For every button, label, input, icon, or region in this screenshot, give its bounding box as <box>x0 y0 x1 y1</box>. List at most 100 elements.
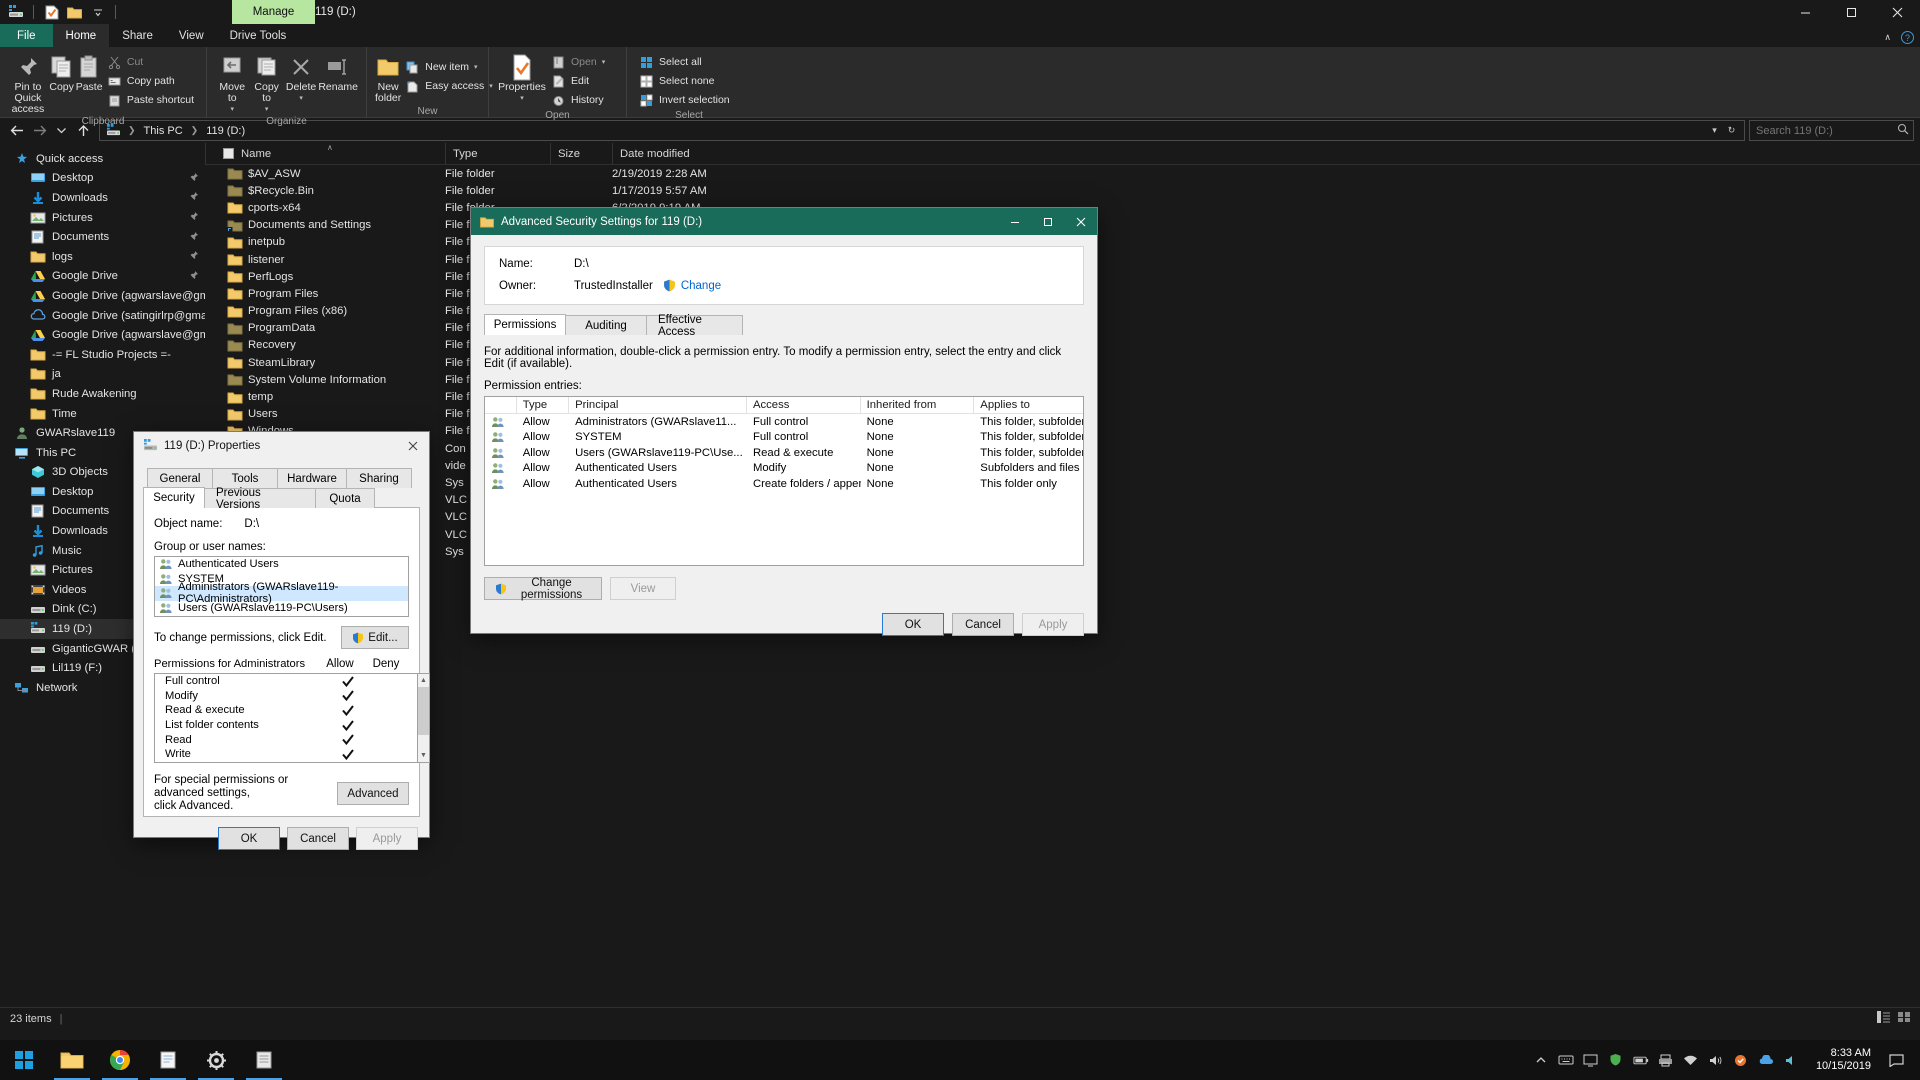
tab-tools[interactable]: Tools <box>212 468 278 488</box>
permissions-scrollbar[interactable]: ▲ ▼ <box>418 673 430 763</box>
permission-entry-row[interactable]: Allow Users (GWARslave119-PC\Use... Read &… <box>485 445 1083 461</box>
lv-col-access[interactable]: Access <box>747 397 861 413</box>
group-user-item[interactable]: Administrators (GWARslave119-PC\Administ… <box>155 581 408 605</box>
close-icon[interactable] <box>1064 208 1097 235</box>
copy-button[interactable]: Copy <box>48 50 76 93</box>
nav-item-ja[interactable]: ja <box>0 365 205 385</box>
search-input[interactable] <box>1754 123 1894 138</box>
nav-item-downloads[interactable]: Downloads <box>0 188 205 208</box>
clock[interactable]: 8:33 AM 10/15/2019 <box>1808 1047 1879 1073</box>
asd-ok-button[interactable]: OK <box>882 613 944 636</box>
tab-general[interactable]: General <box>147 468 213 488</box>
pin-icon[interactable] <box>189 270 199 283</box>
cut-button[interactable]: Cut <box>103 53 198 71</box>
folder-icon[interactable] <box>66 4 83 21</box>
address-dropdown-icon[interactable]: ▾ <box>1706 120 1723 141</box>
help-icon[interactable]: ? <box>1901 31 1914 44</box>
tab-view[interactable]: View <box>166 24 217 47</box>
onedrive-tray-icon[interactable] <box>1758 1052 1774 1068</box>
tab-share[interactable]: Share <box>109 24 166 47</box>
chevron-down-icon[interactable]: ▾ <box>265 104 269 115</box>
nav-item-rude-awakening[interactable]: Rude Awakening <box>0 384 205 404</box>
easy-access-button[interactable]: Easy access ▾ <box>401 77 496 95</box>
permission-entries-list[interactable]: Type Principal Access Inherited from App… <box>484 396 1084 566</box>
customize-qat-icon[interactable] <box>89 4 106 21</box>
permissions-table[interactable]: Full control Modify Read & execute List fol… <box>154 673 418 763</box>
action-center-icon[interactable] <box>1888 1052 1904 1068</box>
antivirus-icon[interactable] <box>1733 1052 1749 1068</box>
nav-item-google-drive-agwarslave-gmail-c[interactable]: Google Drive (agwarslave@gmail.c <box>0 325 205 345</box>
change-owner-link[interactable]: Change <box>681 280 721 292</box>
tab-file[interactable]: File <box>0 24 53 47</box>
permission-row[interactable]: Full control <box>155 674 417 689</box>
permission-row[interactable]: Read & execute <box>155 703 417 718</box>
nav-item-quick-access[interactable]: Quick access <box>0 149 205 169</box>
permission-row[interactable]: List folder contents <box>155 718 417 733</box>
permission-entry-row[interactable]: Allow SYSTEM Full control None This folder, … <box>485 430 1083 446</box>
tab-drive-tools[interactable]: Drive Tools <box>217 24 300 47</box>
properties-cancel-button[interactable]: Cancel <box>287 827 349 850</box>
chevron-down-icon[interactable]: ▾ <box>230 104 234 115</box>
volume-icon[interactable] <box>1783 1052 1799 1068</box>
network-tray-icon[interactable] <box>1683 1052 1699 1068</box>
permission-entry-row[interactable]: Allow Administrators (GWARslave11... Full … <box>485 414 1083 430</box>
keyboard-icon[interactable] <box>1558 1052 1574 1068</box>
select-all-checkbox[interactable] <box>223 148 234 159</box>
sound-icon[interactable] <box>1708 1052 1724 1068</box>
details-view-icon[interactable] <box>1876 1010 1891 1027</box>
select-none-button[interactable]: Select none <box>635 72 734 90</box>
tab-quota[interactable]: Quota <box>315 488 375 508</box>
battery-tray-icon[interactable] <box>1633 1052 1649 1068</box>
maximize-button[interactable] <box>1828 0 1874 24</box>
pin-icon[interactable] <box>189 231 199 244</box>
nav-item-documents[interactable]: Documents <box>0 227 205 247</box>
properties-icon[interactable] <box>43 4 60 21</box>
chrome-icon[interactable] <box>96 1040 144 1080</box>
copy-to-button[interactable]: Copy to ▾ <box>249 50 283 115</box>
move-to-button[interactable]: Move to ▾ <box>215 50 249 115</box>
permission-row[interactable]: Modify <box>155 689 417 704</box>
pin-icon[interactable] <box>189 172 199 185</box>
close-icon[interactable] <box>396 432 429 459</box>
advanced-button[interactable]: Advanced <box>337 782 409 805</box>
windows-start-icon[interactable] <box>0 1040 48 1080</box>
nav-item-google-drive-satingirlrp-gmail-c[interactable]: Google Drive (satingirlrp@gmail.c <box>0 306 205 326</box>
tab-home[interactable]: Home <box>52 24 110 47</box>
search-box[interactable] <box>1749 120 1914 141</box>
printer-icon[interactable] <box>1658 1052 1674 1068</box>
pin-icon[interactable] <box>189 191 199 204</box>
scroll-down-icon[interactable]: ▼ <box>420 749 427 762</box>
chevron-down-icon[interactable]: ▾ <box>299 93 303 104</box>
edit-button[interactable]: Edit <box>547 72 609 90</box>
paste-shortcut-button[interactable]: Paste shortcut <box>103 91 198 109</box>
nav-item-logs[interactable]: logs <box>0 247 205 267</box>
show-hidden-icons-icon[interactable] <box>1533 1052 1549 1068</box>
file-row[interactable]: $Recycle.Bin File folder 1/17/2019 5:57 AM <box>205 182 1920 199</box>
show-desktop-button[interactable] <box>1914 1040 1920 1080</box>
minimize-icon[interactable] <box>998 208 1031 235</box>
pin-icon[interactable] <box>189 211 199 224</box>
group-user-item[interactable]: Authenticated Users <box>155 557 408 572</box>
large-icons-view-icon[interactable] <box>1897 1010 1912 1027</box>
maximize-icon[interactable] <box>1031 208 1064 235</box>
collapse-ribbon-icon[interactable]: ∧ <box>1884 32 1891 43</box>
refresh-icon[interactable]: ↻ <box>1723 120 1740 141</box>
history-button[interactable]: History <box>547 91 609 109</box>
display-icon[interactable] <box>1583 1052 1599 1068</box>
lv-col-principal[interactable]: Principal <box>569 397 747 413</box>
permission-entry-row[interactable]: Allow Authenticated Users Create folders /… <box>485 476 1083 492</box>
scroll-up-icon[interactable]: ▲ <box>420 674 427 687</box>
lv-col-applies[interactable]: Applies to <box>974 397 1083 413</box>
pin-to-quick-access-button[interactable]: Pin to Quick access <box>8 50 48 115</box>
chevron-down-icon[interactable]: ▾ <box>474 63 478 71</box>
tab-permissions[interactable]: Permissions <box>484 314 566 335</box>
properties-ok-button[interactable]: OK <box>218 827 280 850</box>
permission-row[interactable]: Write <box>155 747 417 762</box>
lv-col-type[interactable]: Type <box>517 397 570 413</box>
tab-auditing[interactable]: Auditing <box>565 315 647 335</box>
paste-button[interactable]: Paste <box>75 50 103 93</box>
properties-button[interactable]: Properties ▾ <box>497 50 547 104</box>
shield-icon[interactable] <box>1608 1052 1624 1068</box>
pin-icon[interactable] <box>189 250 199 263</box>
nav-item-google-drive[interactable]: Google Drive <box>0 267 205 287</box>
